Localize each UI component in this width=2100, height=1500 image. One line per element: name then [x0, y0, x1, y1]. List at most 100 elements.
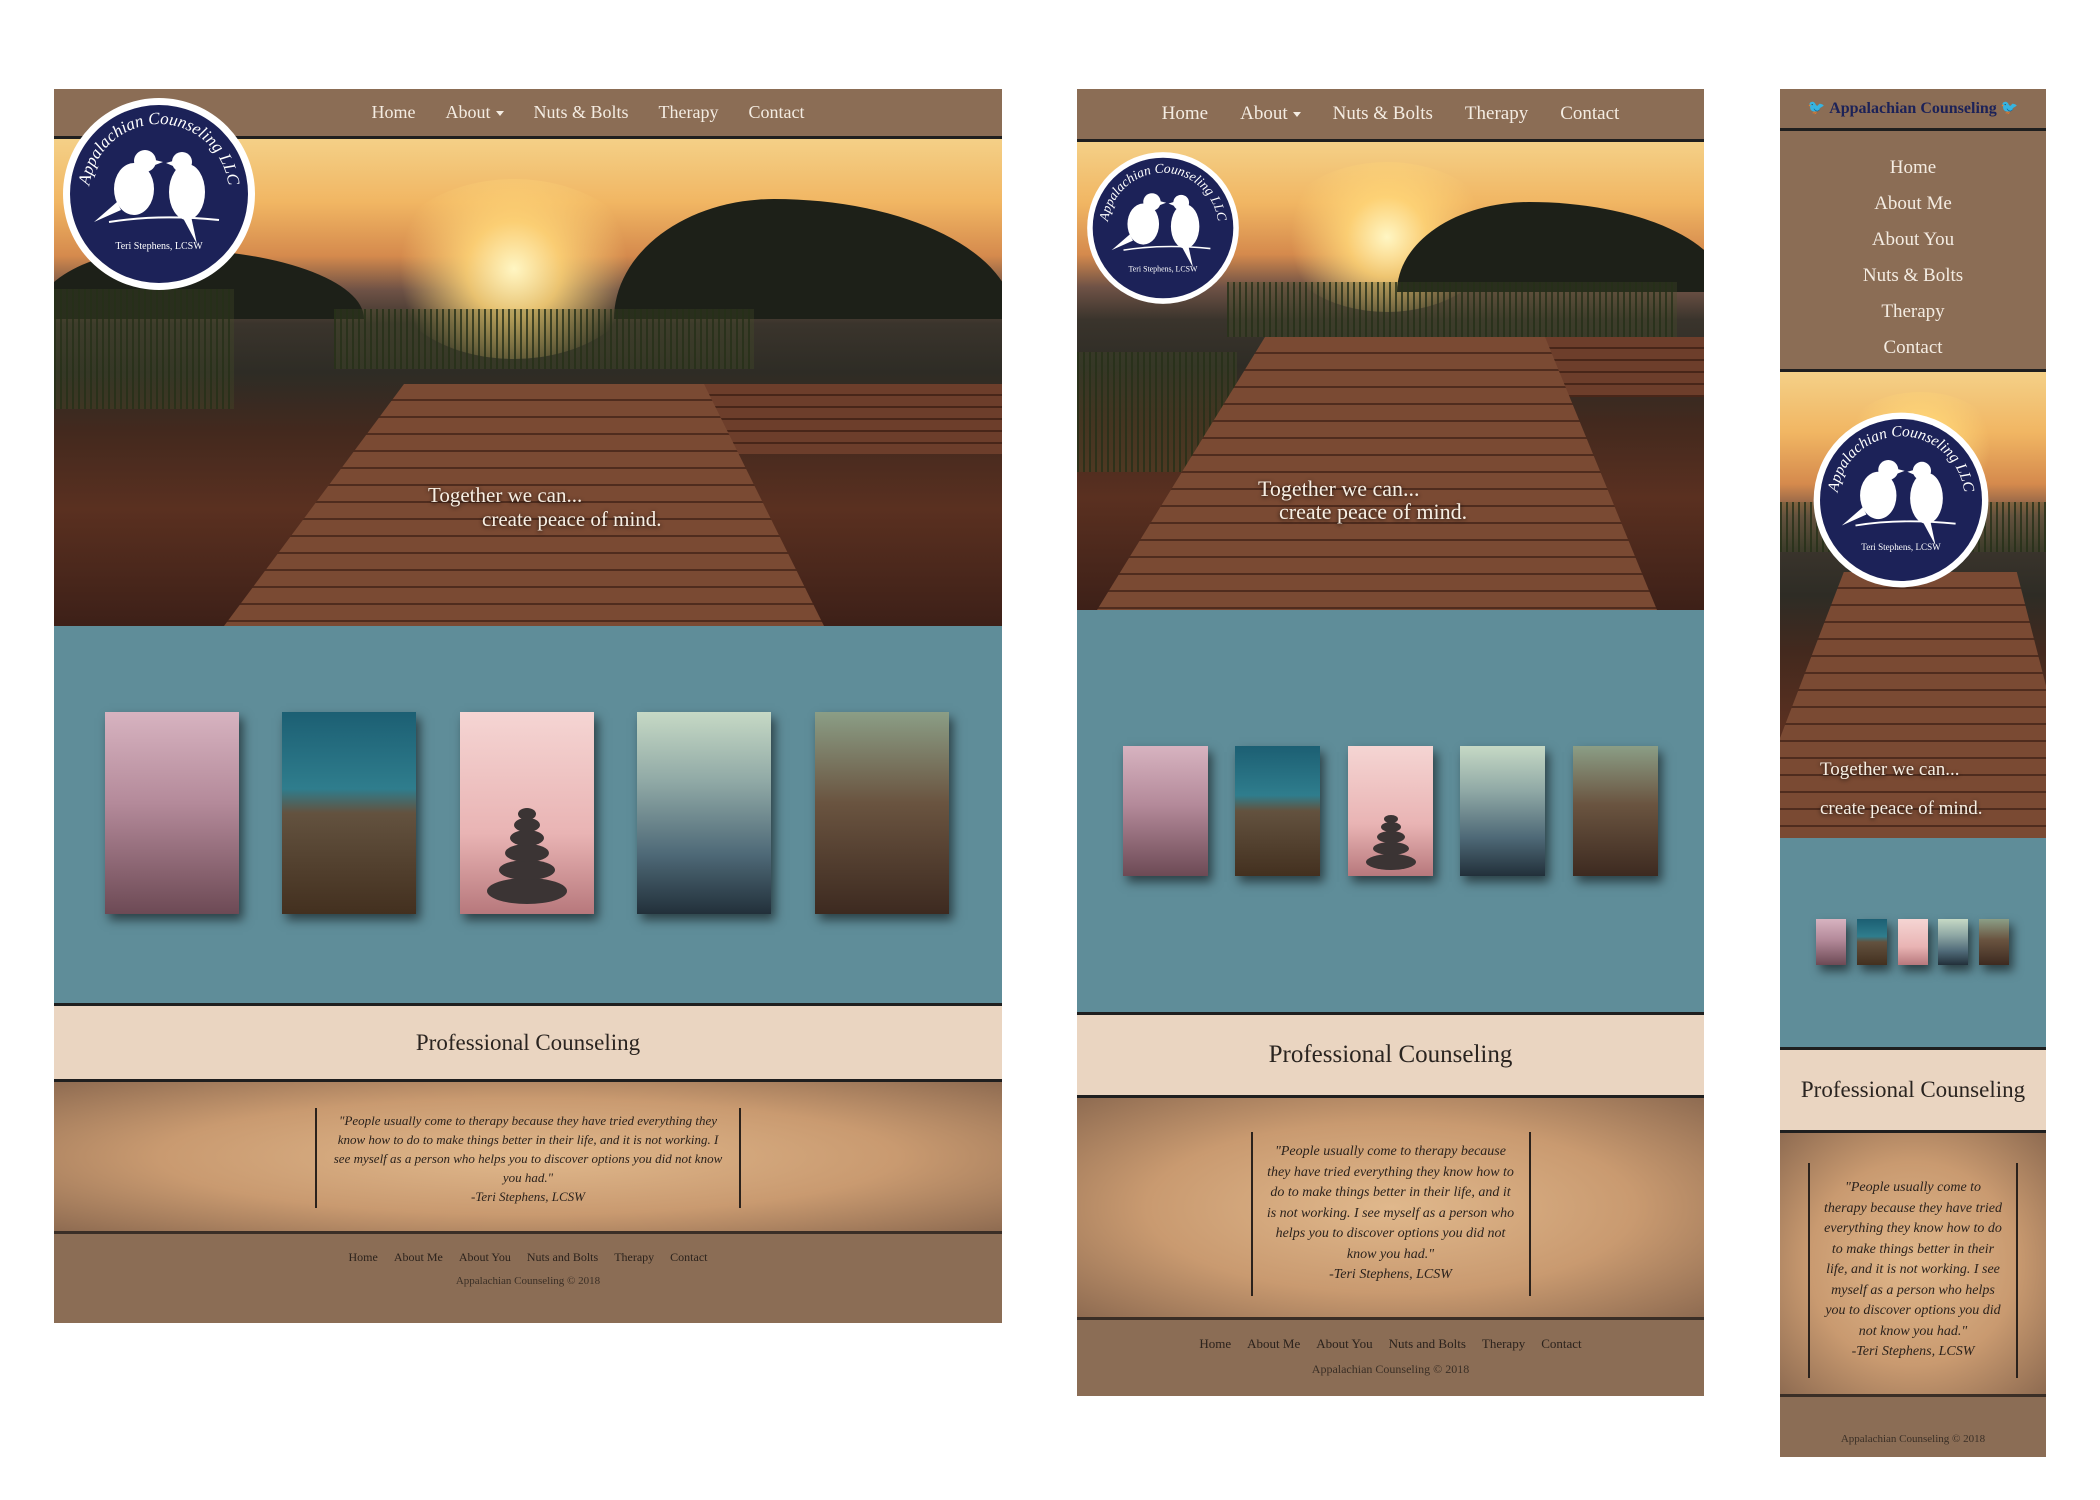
gallery-thumb-stones[interactable]	[460, 712, 594, 914]
logo-badge: Appalachian Counseling LLC Teri Stephens…	[63, 98, 255, 290]
caret-down-icon	[495, 111, 504, 117]
stone	[499, 860, 555, 880]
quote-block: "People usually come to therapy because …	[1808, 1163, 2018, 1378]
gallery-thumb-lake[interactable]	[1460, 746, 1545, 876]
copyright: Appalachian Counseling © 2018	[1840, 1433, 1986, 1445]
mobile-menu: Home About Me About You Nuts & Bolts The…	[1780, 134, 2046, 372]
gallery-thumb-forest[interactable]	[1573, 746, 1658, 876]
stone	[1383, 815, 1398, 823]
footer-link-home[interactable]: Home	[348, 1250, 377, 1265]
nav-about-label: About	[445, 102, 491, 122]
stone	[1372, 842, 1409, 855]
gallery-thumb-dock[interactable]	[282, 712, 416, 914]
footer-link-therapy[interactable]: Therapy	[1482, 1336, 1525, 1352]
stone	[510, 830, 544, 846]
logo-badge: Appalachian Counseling LLC Teri Stephens…	[1813, 412, 1989, 588]
footer-link-about-me[interactable]: About Me	[394, 1250, 443, 1265]
bird-icon: 🐦	[2000, 101, 2019, 116]
mobile-mockup: 🐦 Appalachian Counseling 🐦 Home About Me…	[1780, 89, 2046, 1457]
logo-subtitle: Teri Stephens, LCSW	[1129, 264, 1198, 273]
footer-link-about-you[interactable]: About You	[1316, 1336, 1372, 1352]
menu-item-contact[interactable]: Contact	[1883, 330, 1942, 366]
footer-link-nuts-bolts[interactable]: Nuts and Bolts	[1389, 1336, 1466, 1352]
nav-nuts-bolts[interactable]: Nuts & Bolts	[1333, 103, 1433, 125]
stone	[487, 878, 567, 904]
nav-therapy[interactable]: Therapy	[659, 102, 719, 123]
quote-section: "People usually come to therapy because …	[1780, 1133, 2046, 1397]
gallery-thumb-lake[interactable]	[1938, 919, 1968, 965]
reeds	[54, 289, 234, 409]
footer-link-about-you[interactable]: About You	[459, 1250, 511, 1265]
hero-tagline-line2: create peace of mind.	[1279, 499, 1468, 524]
brand-name: Appalachian Counseling	[1829, 99, 1997, 117]
copyright: Appalachian Counseling © 2018	[1311, 1362, 1470, 1376]
hero-tagline-line1: Together we can...	[1820, 759, 1960, 780]
footer-link-home[interactable]: Home	[1199, 1336, 1231, 1352]
logo-badge: Appalachian Counseling LLC Teri Stephens…	[1087, 152, 1239, 304]
footer-link-about-me[interactable]: About Me	[1247, 1336, 1300, 1352]
desktop-mockup: Home About Nuts & Bolts Therapy Contact …	[54, 89, 1002, 1323]
nav-home[interactable]: Home	[372, 102, 416, 123]
image-gallery	[1077, 610, 1704, 1015]
footer-link-contact[interactable]: Contact	[1541, 1336, 1581, 1352]
main-nav: Home About Nuts & Bolts Therapy Contact	[1077, 89, 1704, 142]
quote-author: -Teri Stephens, LCSW	[1851, 1344, 1975, 1360]
reeds	[334, 309, 754, 369]
gallery-thumb-lake[interactable]	[637, 712, 771, 914]
stone	[1376, 831, 1405, 843]
gallery-thumb-forest[interactable]	[815, 712, 949, 914]
nav-about[interactable]: About	[446, 102, 504, 123]
gallery-thumb-stones[interactable]	[1348, 746, 1433, 876]
gallery-thumb-reeds[interactable]	[105, 712, 239, 914]
menu-item-nuts-bolts[interactable]: Nuts & Bolts	[1863, 258, 1963, 294]
stone	[505, 844, 549, 862]
hero-tagline-line2: create peace of mind.	[482, 507, 662, 531]
logo-subtitle: Teri Stephens, LCSW	[1861, 542, 1941, 552]
nav-contact[interactable]: Contact	[1560, 103, 1619, 125]
gallery-thumb-dock[interactable]	[1235, 746, 1320, 876]
section-title: Professional Counseling	[1077, 1015, 1704, 1098]
footer-link-nuts-bolts[interactable]: Nuts and Bolts	[527, 1250, 598, 1265]
menu-item-about-me[interactable]: About Me	[1874, 186, 1952, 222]
menu-item-home[interactable]: Home	[1890, 150, 1936, 186]
logo[interactable]: Appalachian Counseling LLC Teri Stephens…	[59, 94, 259, 294]
section-title: Professional Counseling	[1780, 1050, 2046, 1133]
bird-icon: 🐦	[1807, 101, 1826, 116]
nav-about-label: About	[1240, 103, 1288, 124]
footer-link-therapy[interactable]: Therapy	[614, 1250, 654, 1265]
image-gallery	[54, 626, 1002, 1006]
stone	[1365, 854, 1416, 870]
stone	[1380, 822, 1401, 832]
nav-home[interactable]: Home	[1162, 103, 1208, 125]
gallery-thumb-reeds[interactable]	[1123, 746, 1208, 876]
logo-subtitle: Teri Stephens, LCSW	[115, 241, 203, 252]
quote-block: "People usually come to therapy because …	[1250, 1132, 1531, 1296]
gallery-thumb-forest[interactable]	[1979, 919, 2009, 965]
nav-contact[interactable]: Contact	[749, 102, 805, 123]
image-gallery	[1780, 838, 2046, 1050]
quote-text: "People usually come to therapy because …	[1266, 1144, 1515, 1262]
footer-links: Home About Me About You Nuts and Bolts T…	[54, 1250, 1002, 1265]
gallery-thumb-stones[interactable]	[1898, 919, 1928, 965]
gallery-thumb-reeds[interactable]	[1816, 919, 1846, 965]
section-title: Professional Counseling	[54, 1006, 1002, 1082]
menu-item-about-you[interactable]: About You	[1872, 222, 1954, 258]
tablet-mockup: Home About Nuts & Bolts Therapy Contact …	[1077, 89, 1704, 1396]
stone	[518, 808, 536, 820]
nav-about[interactable]: About	[1240, 103, 1301, 125]
mobile-header[interactable]: 🐦 Appalachian Counseling 🐦	[1780, 89, 2046, 131]
footer-links: Home About Me About You Nuts and Bolts T…	[1077, 1336, 1704, 1352]
gallery-thumb-dock[interactable]	[1857, 919, 1887, 965]
footer-link-contact[interactable]: Contact	[670, 1250, 707, 1265]
reeds	[1227, 282, 1677, 337]
nav-nuts-bolts[interactable]: Nuts & Bolts	[534, 102, 629, 123]
menu-item-therapy[interactable]: Therapy	[1881, 294, 1944, 330]
logo[interactable]: Appalachian Counseling LLC Teri Stephens…	[1810, 409, 1992, 591]
caret-down-icon	[1292, 112, 1301, 118]
hero-tagline-line2: create peace of mind.	[1820, 798, 1983, 819]
hero-tagline-line1: Together we can...	[428, 483, 583, 507]
nav-therapy[interactable]: Therapy	[1465, 103, 1528, 125]
copyright: Appalachian Counseling © 2018	[455, 1275, 601, 1287]
quote-text: "People usually come to therapy because …	[333, 1112, 723, 1185]
logo[interactable]: Appalachian Counseling LLC Teri Stephens…	[1084, 149, 1242, 307]
